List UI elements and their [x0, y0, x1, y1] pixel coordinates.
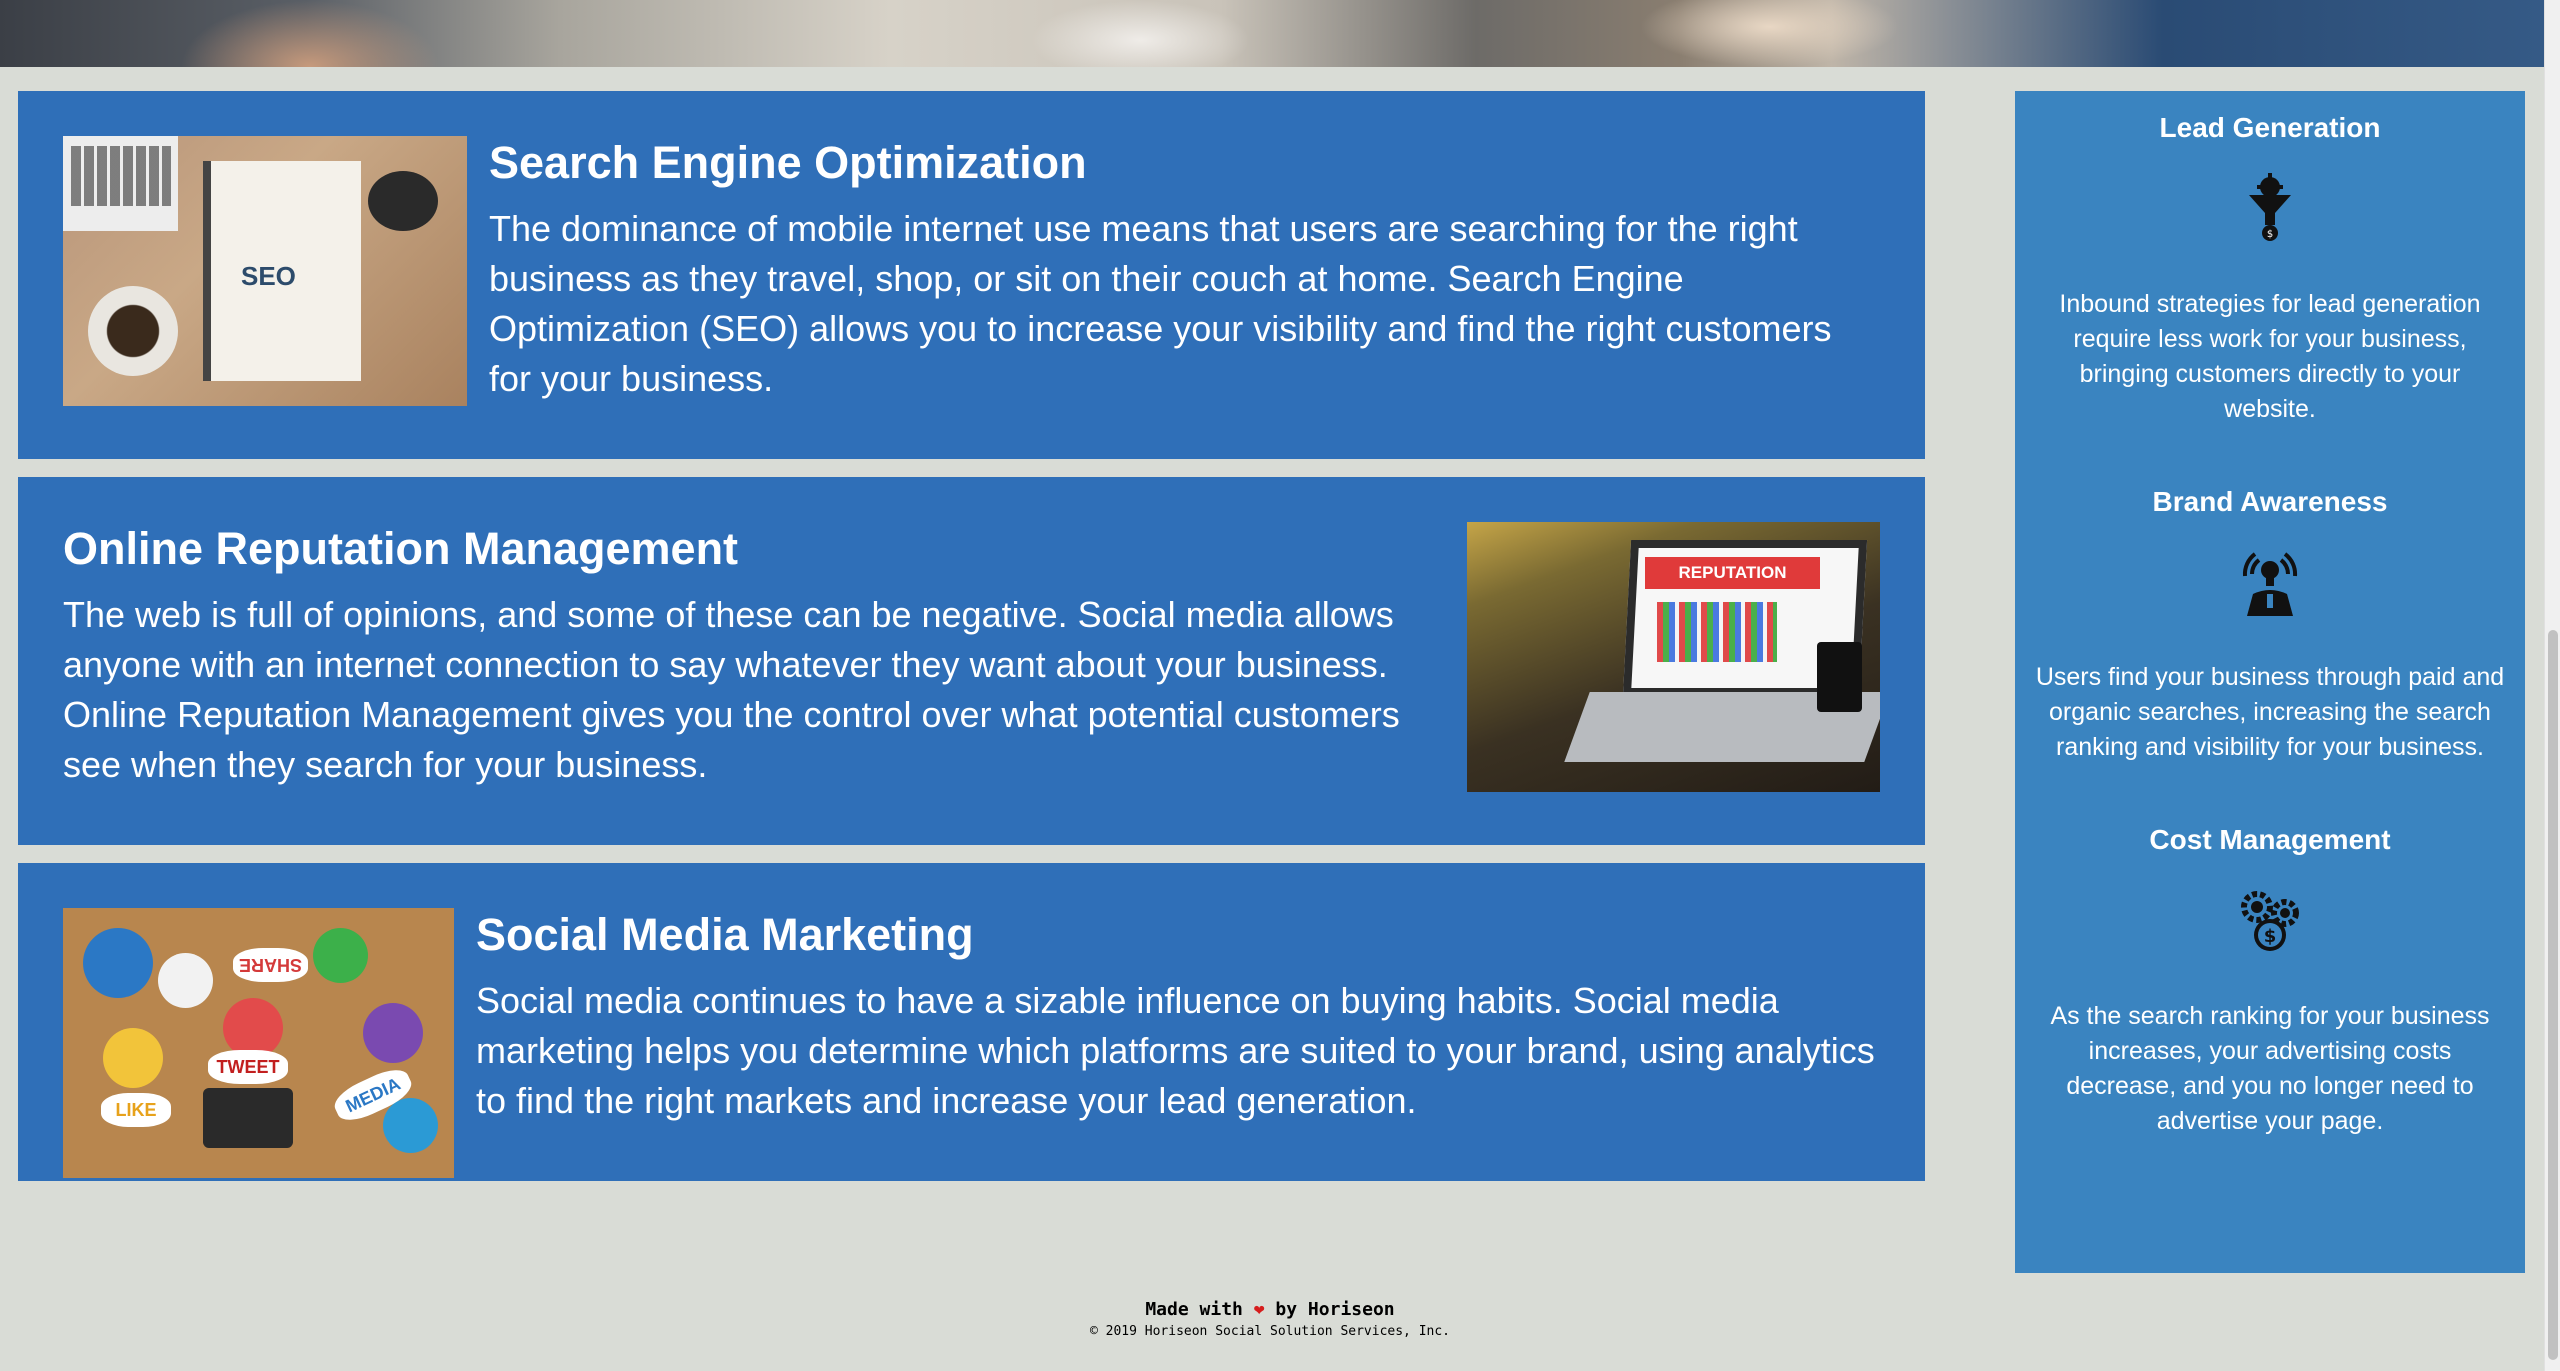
made-with-suffix: by Horiseon: [1275, 1299, 1395, 1320]
service-online-reputation: Online Reputation Management The web is …: [18, 477, 1925, 845]
tweet-label: TWEET: [208, 1050, 288, 1084]
benefit-title-cost-management: Cost Management: [2149, 824, 2391, 856]
benefit-lead-generation: Lead Generation $ Inbound strategies for…: [2035, 111, 2505, 427]
hero-image: [0, 0, 2544, 67]
services-content: SEO Search Engine Optimization The domin…: [18, 91, 1925, 1199]
reputation-banner-label: REPUTATION: [1645, 557, 1820, 589]
scrollbar-thumb[interactable]: [2548, 630, 2558, 1360]
brand-lightbulb-icon: [2235, 546, 2305, 617]
made-with-line: Made with ❤ by Horiseon: [0, 1298, 2540, 1322]
service-seo: SEO Search Engine Optimization The domin…: [18, 91, 1925, 459]
service-social-media: SHARE TWEET LIKE MEDIA Social Media Mark…: [18, 863, 1925, 1181]
seo-image: SEO: [63, 136, 467, 406]
lead-funnel-icon: $: [2235, 172, 2305, 243]
benefit-text-brand-awareness: Users find your business through paid an…: [2035, 663, 2505, 762]
vertical-scrollbar[interactable]: [2544, 0, 2560, 1371]
service-title-social-media: Social Media Marketing: [476, 909, 974, 960]
svg-text:$: $: [2267, 229, 2273, 240]
benefit-brand-awareness: Brand Awareness Users find your business…: [2035, 485, 2505, 766]
benefit-text-lead-generation: Inbound strategies for lead generation r…: [2059, 289, 2481, 423]
page-footer: Made with ❤ by Horiseon © 2019 Horiseon …: [0, 1298, 2540, 1342]
benefit-title-lead-generation: Lead Generation: [2159, 112, 2381, 143]
benefits-sidebar: Lead Generation $ Inbound strategies for…: [2015, 91, 2525, 1273]
share-label: SHARE: [233, 948, 308, 982]
online-reputation-image: REPUTATION: [1467, 522, 1880, 792]
cost-gears-icon: $: [2235, 885, 2305, 955]
copyright-text: © 2019 Horiseon Social Solution Services…: [1089, 1324, 1451, 1339]
svg-text:$: $: [2264, 926, 2277, 947]
seo-image-label: SEO: [241, 261, 296, 291]
service-text-seo: The dominance of mobile internet use mea…: [489, 208, 1832, 399]
benefit-title-brand-awareness: Brand Awareness: [2152, 485, 2388, 517]
service-text-social-media: Social media continues to have a sizable…: [476, 980, 1875, 1121]
made-with-prefix: Made with: [1145, 1299, 1243, 1320]
benefit-text-cost-management: As the search ranking for your business …: [2050, 1001, 2490, 1135]
service-title-seo: Search Engine Optimization: [489, 137, 1087, 188]
service-text-online-reputation: The web is full of opinions, and some of…: [63, 594, 1400, 785]
benefit-cost-management: Cost Management $ As the search ranking …: [2035, 823, 2505, 1139]
like-label: LIKE: [101, 1093, 171, 1127]
service-title-online-reputation: Online Reputation Management: [63, 523, 739, 574]
heart-icon: ❤: [1253, 1299, 1265, 1320]
social-media-image: SHARE TWEET LIKE MEDIA: [63, 908, 454, 1178]
